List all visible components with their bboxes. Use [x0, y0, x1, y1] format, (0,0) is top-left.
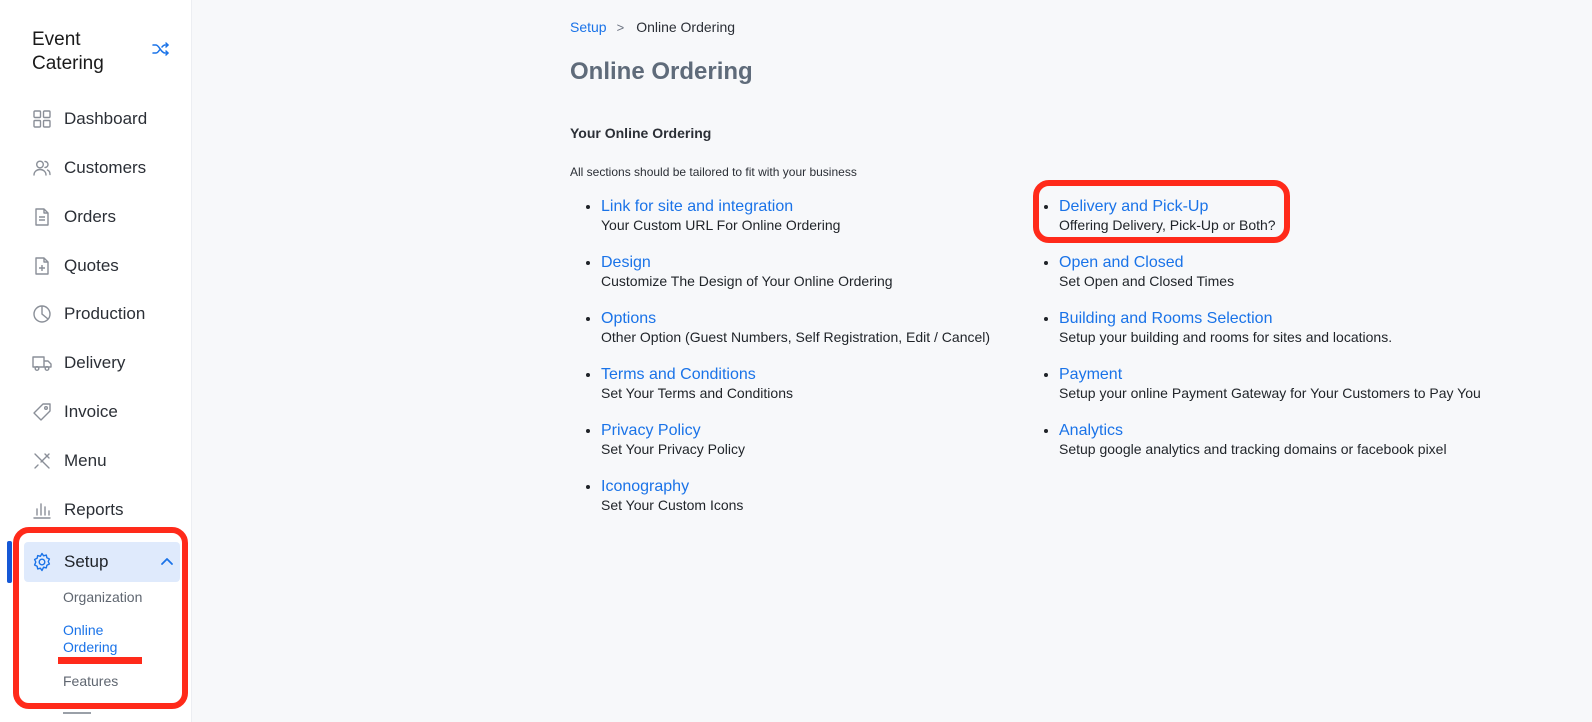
list-item: Payment Setup your online Payment Gatewa… [1044, 366, 1579, 402]
sub-item-online-ordering[interactable]: Online Ordering [63, 622, 153, 656]
breadcrumb-separator: > [616, 19, 625, 35]
truck-icon [32, 356, 52, 371]
link-options[interactable]: Options [601, 310, 1061, 328]
list-item: Delivery and Pick-Up Offering Delivery, … [1044, 198, 1519, 234]
link-delivery-pickup[interactable]: Delivery and Pick-Up [1059, 198, 1519, 216]
link-privacy-policy[interactable]: Privacy Policy [601, 422, 1061, 440]
bullet [1044, 317, 1048, 321]
bullet [586, 261, 590, 265]
link-building-rooms[interactable]: Building and Rooms Selection [1059, 310, 1519, 328]
list-item: Terms and Conditions Set Your Terms and … [586, 366, 1061, 402]
pie-chart-icon [33, 305, 51, 323]
bullet [586, 205, 590, 209]
list-item: Privacy Policy Set Your Privacy Policy [586, 422, 1061, 458]
brand-title: Event Catering [32, 29, 104, 74]
bar-chart-icon [33, 503, 51, 519]
list-item: Building and Rooms Selection Setup your … [1044, 310, 1519, 346]
tag-icon [33, 403, 51, 421]
breadcrumb-setup-link[interactable]: Setup [570, 19, 607, 35]
utensils-icon [34, 453, 50, 469]
item-description: Offering Delivery, Pick-Up or Both? [1059, 217, 1276, 233]
link-site-integration[interactable]: Link for site and integration [601, 198, 1061, 216]
users-icon [33, 160, 51, 176]
active-indicator [7, 541, 12, 583]
item-description: Set Your Terms and Conditions [601, 385, 793, 401]
sidebar-item-production[interactable]: Production [24, 294, 192, 334]
bullet [586, 429, 590, 433]
sidebar-item-dashboard[interactable]: Dashboard [24, 99, 192, 139]
section-description: All sections should be tailored to fit w… [570, 165, 857, 179]
breadcrumb-current: Online Ordering [636, 19, 736, 35]
bullet [586, 317, 590, 321]
sidebar-item-delivery[interactable]: Delivery [24, 343, 192, 383]
bullet [1044, 429, 1048, 433]
sidebar-item-label: Setup [64, 552, 109, 571]
item-description: Set Open and Closed Times [1059, 273, 1235, 289]
sidebar-item-label: Dashboard [64, 109, 148, 128]
highlight-underline [58, 657, 142, 664]
list-item: Open and Closed Set Open and Closed Time… [1044, 254, 1519, 290]
list-item: Analytics Setup google analytics and tra… [1044, 422, 1579, 458]
sidebar-item-setup[interactable]: Setup [24, 542, 180, 582]
link-design[interactable]: Design [601, 254, 1061, 272]
grid-icon [33, 110, 51, 128]
sidebar-item-label: Quotes [64, 256, 119, 275]
sidebar-item-label: Delivery [64, 353, 126, 372]
item-description: Set Your Privacy Policy [601, 441, 745, 457]
item-description: Your Custom URL For Online Ordering [601, 217, 841, 233]
breadcrumb: Setup > Online Ordering [570, 19, 735, 35]
sidebar-item-customers[interactable]: Customers [24, 148, 192, 188]
link-terms-conditions[interactable]: Terms and Conditions [601, 366, 1061, 384]
main-content: Setup > Online Ordering Online Ordering … [192, 0, 1592, 722]
list-item: Options Other Option (Guest Numbers, Sel… [586, 310, 1061, 346]
item-description: Setup your online Payment Gateway for Yo… [1059, 385, 1481, 401]
sidebar-item-label: Invoice [64, 402, 118, 421]
gear-icon [33, 552, 51, 572]
bullet [586, 373, 590, 377]
sidebar-item-quotes[interactable]: Quotes [24, 246, 192, 286]
partial-menu-item [63, 708, 103, 722]
chevron-up-icon[interactable] [160, 554, 174, 568]
list-item: Design Customize The Design of Your Onli… [586, 254, 1061, 290]
sidebar-item-label: Reports [64, 500, 124, 519]
sidebar: Event Catering Dashboard Customers Order… [0, 0, 192, 722]
page-title: Online Ordering [570, 58, 753, 85]
sub-item-features[interactable]: Features [63, 673, 118, 690]
sidebar-item-reports[interactable]: Reports [24, 490, 192, 530]
sidebar-item-orders[interactable]: Orders [24, 197, 192, 237]
shuffle-icon[interactable] [152, 42, 170, 56]
sidebar-item-invoice[interactable]: Invoice [24, 392, 192, 432]
item-description: Setup your building and rooms for sites … [1059, 329, 1393, 345]
sub-item-organization[interactable]: Organization [63, 589, 142, 606]
sidebar-item-menu[interactable]: Menu [24, 441, 192, 481]
document-icon [35, 208, 49, 226]
bullet [586, 485, 590, 489]
quote-doc-icon [35, 257, 49, 275]
bullet [1044, 373, 1048, 377]
link-payment[interactable]: Payment [1059, 366, 1579, 384]
item-description: Setup google analytics and tracking doma… [1059, 441, 1447, 457]
sidebar-item-label: Production [64, 304, 146, 323]
bullet [1044, 261, 1048, 265]
list-item: Link for site and integration Your Custo… [586, 198, 1061, 234]
bullet [1044, 205, 1048, 209]
list-item: Iconography Set Your Custom Icons [586, 478, 1061, 514]
item-description: Customize The Design of Your Online Orde… [601, 273, 893, 289]
link-iconography[interactable]: Iconography [601, 478, 1061, 496]
section-title: Your Online Ordering [570, 125, 712, 141]
item-description: Set Your Custom Icons [601, 497, 744, 513]
sidebar-item-label: Customers [64, 158, 147, 177]
link-analytics[interactable]: Analytics [1059, 422, 1579, 440]
sidebar-item-label: Orders [64, 207, 116, 226]
sidebar-item-label: Menu [64, 451, 107, 470]
item-description: Other Option (Guest Numbers, Self Regist… [601, 329, 991, 345]
link-open-closed[interactable]: Open and Closed [1059, 254, 1519, 272]
